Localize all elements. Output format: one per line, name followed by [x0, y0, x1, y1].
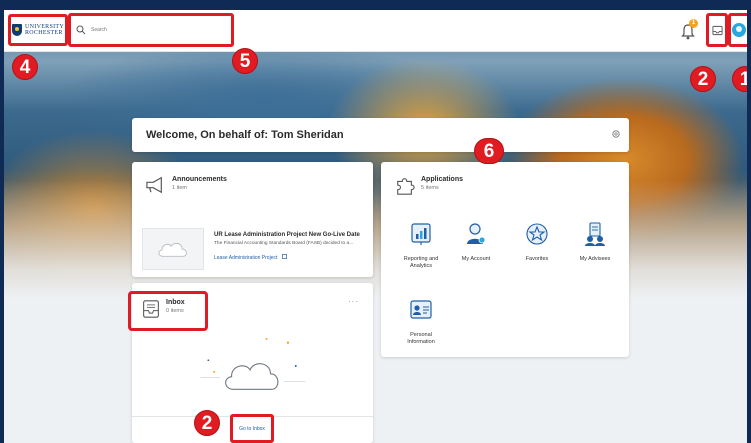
inbox-button[interactable] — [706, 13, 728, 47]
app-label: Personal Information — [407, 332, 435, 345]
inbox-tray-icon — [143, 300, 159, 318]
callout-4: 4 — [12, 54, 38, 80]
announcement-title: UR Lease Administration Project New Go-L… — [214, 232, 360, 238]
workday-home: UNIVERSITY ROCHESTER 1 — [4, 10, 747, 443]
hero-fade — [4, 180, 747, 300]
announcements-count: 1 item — [172, 185, 187, 191]
announcements-title: Announcements — [172, 176, 227, 183]
puzzle-icon — [397, 178, 415, 195]
gear-icon[interactable] — [611, 129, 621, 139]
app-label: My Account — [461, 256, 491, 262]
callout-6: 6 — [474, 138, 504, 164]
applications-header[interactable]: Applications 5 items — [395, 176, 463, 196]
megaphone-icon — [146, 176, 162, 194]
inbox-footer: Go to Inbox — [132, 414, 373, 443]
logo-wordmark: UNIVERSITY ROCHESTER — [25, 24, 64, 36]
inbox-tray-icon — [711, 25, 723, 35]
id-card-icon — [410, 300, 432, 319]
announcement-link[interactable]: Lease Administration Project — [214, 255, 277, 261]
app-label: Favorites — [525, 256, 549, 262]
callout-5: 5 — [232, 48, 258, 74]
app-personal-information[interactable]: Personal Information — [391, 298, 451, 346]
bar-chart-icon — [411, 223, 431, 245]
search-icon — [76, 25, 86, 35]
top-bar: UNIVERSITY ROCHESTER 1 — [4, 10, 747, 52]
app-label: Reporting and Analytics — [403, 256, 439, 269]
app-favorites[interactable]: Favorites — [507, 222, 567, 263]
welcome-banner: Welcome, On behalf of: Tom Sheridan — [132, 118, 629, 152]
cloud-icon — [158, 242, 187, 257]
callout-2-bottom: 2 — [194, 410, 220, 436]
advisees-icon — [585, 222, 605, 246]
profile-button[interactable] — [728, 13, 747, 47]
inbox-title: Inbox — [166, 299, 185, 306]
user-gear-icon — [467, 223, 486, 244]
applications-card: Applications 5 items Reporting and Analy… — [381, 162, 629, 357]
go-to-inbox-link[interactable]: Go to Inbox — [230, 414, 274, 443]
announcements-header[interactable]: Announcements 1 item — [144, 176, 227, 194]
inbox-header[interactable]: Inbox 0 items — [142, 299, 185, 319]
logo-line-2: ROCHESTER — [25, 30, 63, 36]
app-my-account[interactable]: My Account — [446, 222, 506, 263]
university-logo[interactable]: UNIVERSITY ROCHESTER — [8, 14, 68, 46]
callout-2-top: 2 — [690, 66, 716, 92]
inbox-count: 0 items — [166, 308, 184, 314]
search-input[interactable] — [91, 27, 221, 33]
app-my-advisees[interactable]: My Advisees — [565, 222, 625, 263]
notifications-button[interactable]: 1 — [680, 19, 698, 40]
more-options-icon[interactable]: ··· — [348, 297, 359, 306]
announcements-card: Announcements 1 item UR Lease Administra… — [132, 162, 373, 277]
notification-badge: 1 — [689, 19, 698, 28]
search-bar[interactable] — [68, 13, 234, 47]
empty-cloud-icon — [200, 337, 306, 390]
welcome-title: Welcome, On behalf of: Tom Sheridan — [146, 129, 344, 141]
applications-title: Applications — [421, 176, 464, 183]
inbox-card: Inbox 0 items ··· Go to Inbox — [128, 283, 373, 443]
star-icon — [526, 223, 548, 245]
external-link-icon — [281, 254, 287, 259]
shield-icon — [12, 24, 22, 36]
announcement-description: The Financial Accounting Standards Board… — [214, 241, 354, 246]
applications-count: 5 items — [421, 185, 439, 191]
announcement-item[interactable]: UR Lease Administration Project New Go-L… — [142, 228, 367, 270]
app-reporting-analytics[interactable]: Reporting and Analytics — [391, 222, 451, 270]
app-label: My Advisees — [579, 256, 611, 262]
avatar-icon — [732, 23, 746, 37]
announcement-thumbnail — [142, 228, 204, 270]
